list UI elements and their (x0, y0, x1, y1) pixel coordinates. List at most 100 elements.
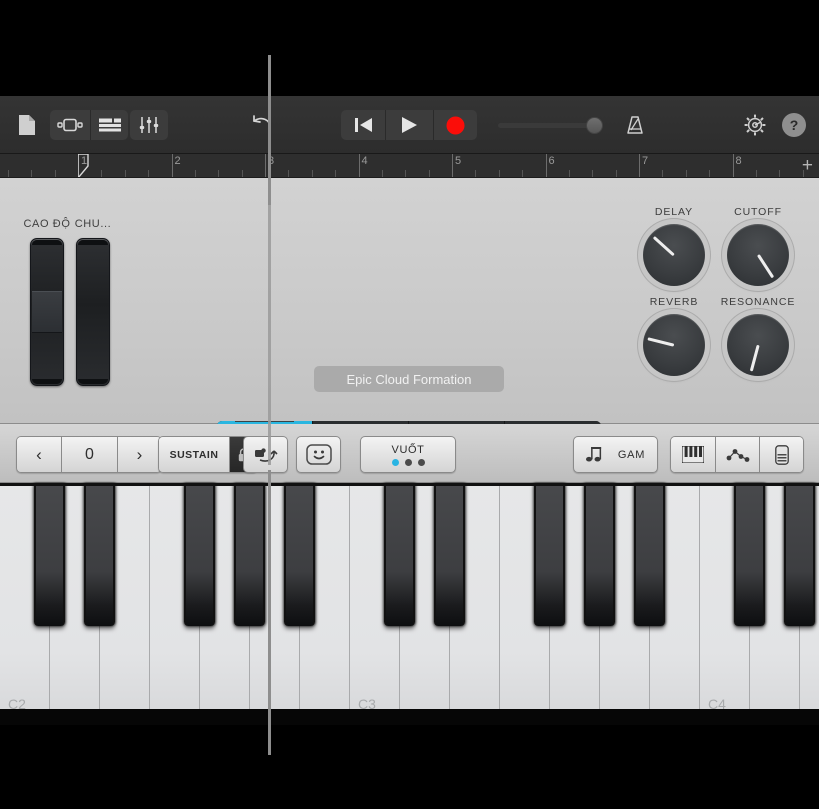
swipe-label: VUỐT (391, 443, 425, 456)
delay-knob-label: DELAY (654, 206, 694, 218)
ruler-beat-tick (592, 170, 594, 177)
reverb-knob-pointer (647, 337, 675, 347)
gear-icon[interactable] (740, 110, 770, 140)
black-key[interactable] (234, 483, 265, 626)
ruler-beat-tick (475, 170, 477, 177)
reverb-knob-label: REVERB (649, 296, 699, 308)
sustain-button[interactable]: SUSTAIN (159, 437, 229, 472)
black-key[interactable] (384, 483, 415, 626)
play-icon[interactable] (385, 110, 433, 140)
chord-notes-icon[interactable] (715, 437, 759, 472)
modulation-slider-label: CHU... (74, 218, 112, 230)
black-key[interactable] (184, 483, 215, 626)
help-button[interactable]: ? (782, 113, 806, 137)
octave-next-button[interactable]: › (117, 437, 161, 472)
ruler-beat-tick (241, 170, 243, 177)
resonance-knob[interactable]: RESONANCE (710, 296, 806, 376)
ruler-beat-tick (662, 170, 664, 177)
black-key[interactable] (84, 483, 115, 626)
ruler-bar-number: 5 (455, 155, 462, 167)
ruler-beat-tick (405, 170, 407, 177)
cutoff-knob-dial[interactable] (727, 224, 789, 286)
pitch-slider-track[interactable] (30, 238, 64, 386)
ruler-beat-tick (755, 170, 757, 177)
piano-keys-icon[interactable] (671, 437, 715, 472)
ruler-beat-tick (428, 170, 430, 177)
modulation-slider-track[interactable] (76, 238, 110, 386)
octave-stepper: ‹ 0 › (16, 436, 162, 473)
timeline-ruler[interactable]: + 12345678 (0, 154, 819, 178)
record-icon[interactable] (433, 110, 477, 140)
swipe-button[interactable]: VUỐT (360, 436, 456, 473)
black-key[interactable] (534, 483, 565, 626)
ruler-beat-tick (522, 170, 524, 177)
ruler-beat-tick (288, 170, 290, 177)
delay-knob-pointer (653, 236, 675, 256)
eighth-notes-icon (585, 447, 602, 462)
pitch-slider-thumb[interactable] (32, 291, 62, 333)
slider-cap-top (32, 240, 62, 245)
ruler-beat-tick (779, 170, 781, 177)
document-icon[interactable] (12, 110, 42, 140)
metronome-icon[interactable] (620, 110, 650, 140)
undo-icon[interactable] (244, 110, 280, 140)
black-key[interactable] (284, 483, 315, 626)
ruler-beat-tick (615, 170, 617, 177)
black-key[interactable] (634, 483, 665, 626)
smiley-face-icon[interactable] (296, 436, 341, 473)
list-view-icon[interactable] (90, 110, 128, 140)
callout-line-bottom (268, 470, 271, 755)
transport-controls (341, 110, 477, 140)
ruler-beat-tick (381, 170, 383, 177)
black-key[interactable] (34, 483, 65, 626)
black-key[interactable] (584, 483, 615, 626)
ruler-beat-tick (498, 170, 500, 177)
swipe-dots (391, 458, 425, 466)
modulation-slider[interactable]: CHU... (66, 218, 120, 386)
ruler-beat-tick (685, 170, 687, 177)
volume-knob[interactable] (586, 117, 603, 134)
cutoff-knob[interactable]: CUTOFF (710, 206, 806, 286)
reverb-knob-dial[interactable] (643, 314, 705, 376)
preset-name-button[interactable]: Epic Cloud Formation (314, 366, 504, 392)
resonance-knob-label: RESONANCE (720, 296, 796, 308)
volume-slider[interactable] (498, 117, 616, 134)
ruler-bar-number: 2 (174, 155, 181, 167)
app-root: ? + 12345678 CAO ĐỘ CHU... Epic Cloud Fo… (0, 0, 819, 809)
fader-strip-icon[interactable] (759, 437, 803, 472)
black-key[interactable] (734, 483, 765, 626)
delay-knob[interactable]: DELAY (626, 206, 722, 286)
octave-prev-button[interactable]: ‹ (17, 437, 61, 472)
track-view-icon[interactable] (50, 110, 90, 140)
black-key[interactable] (784, 483, 815, 626)
reverb-knob[interactable]: REVERB (626, 296, 722, 376)
mixer-faders-icon[interactable] (130, 110, 168, 140)
ruler-beat-tick (54, 170, 56, 177)
ruler-bar-number: 6 (548, 155, 555, 167)
swipe-dot (417, 458, 425, 466)
rewind-icon[interactable] (341, 110, 385, 140)
black-key[interactable] (434, 483, 465, 626)
ruler-beat-tick (194, 170, 196, 177)
garageband-window: ? + 12345678 CAO ĐỘ CHU... Epic Cloud Fo… (0, 96, 819, 725)
resonance-knob-dial[interactable] (727, 314, 789, 376)
delay-knob-dial[interactable] (643, 224, 705, 286)
arpeggiator-icon[interactable] (243, 436, 288, 473)
callout-line-middle (268, 205, 271, 465)
ruler-bar-number: 4 (361, 155, 368, 167)
slider-cap-bottom (32, 379, 62, 384)
cutoff-knob-label: CUTOFF (734, 206, 782, 218)
scale-button[interactable]: GAM (573, 436, 658, 473)
ruler-beat-tick (124, 170, 126, 177)
input-mode-group (670, 436, 804, 473)
ruler-beat-tick (101, 170, 103, 177)
cutoff-knob-pointer (756, 254, 774, 279)
keyboard-bottom-edge (0, 709, 819, 725)
keyboard-control-bar: ‹ 0 › SUSTAIN VUỐT GAM (0, 424, 819, 483)
slider-cap-bottom (78, 379, 108, 384)
playhead-marker[interactable] (78, 154, 89, 177)
swipe-dot (391, 458, 399, 466)
ruler-beat-tick (7, 170, 9, 177)
piano-keyboard[interactable]: C2 C3 C4 (0, 483, 819, 725)
keyboard-top-edge (0, 483, 819, 486)
